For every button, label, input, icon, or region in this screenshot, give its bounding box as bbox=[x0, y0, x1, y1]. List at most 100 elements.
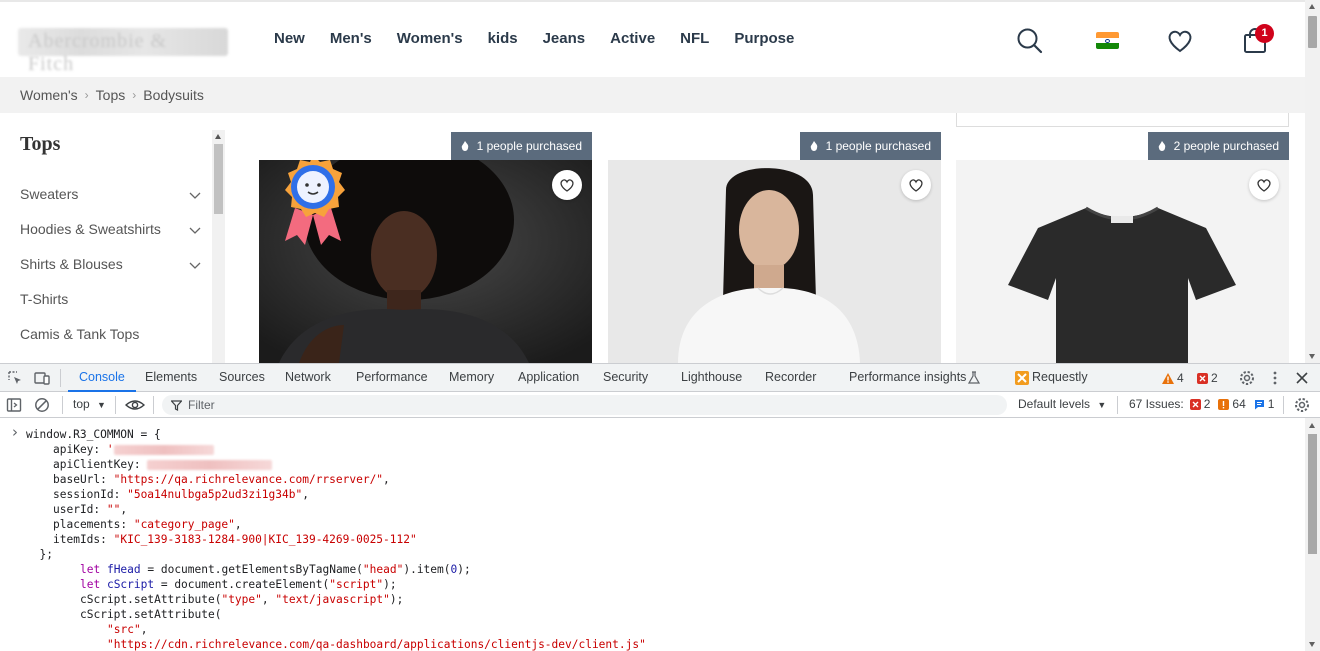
nav-item-new[interactable]: New bbox=[274, 30, 305, 47]
scroll-up-arrow-icon[interactable] bbox=[215, 134, 221, 139]
breadcrumb-bar: Women's › Tops › Bodysuits bbox=[0, 77, 1305, 113]
sidebar-item-label: Shirts & Blouses bbox=[20, 256, 123, 272]
nav-item-kids[interactable]: kids bbox=[488, 30, 518, 47]
tab-lighthouse[interactable]: Lighthouse bbox=[681, 364, 742, 391]
nav-item-womens[interactable]: Women's bbox=[397, 30, 463, 47]
console-token: "type" bbox=[221, 593, 262, 606]
console-token: placements: bbox=[53, 518, 134, 531]
sidebar-scrollbar[interactable] bbox=[212, 130, 225, 363]
product-image[interactable] bbox=[956, 160, 1289, 363]
nav-item-nfl[interactable]: NFL bbox=[680, 30, 709, 47]
console-scrollbar[interactable] bbox=[1305, 418, 1320, 651]
console-token: "script" bbox=[329, 578, 384, 591]
log-levels-dropdown[interactable]: Default levels ▼ bbox=[1018, 397, 1106, 411]
filter-panel-edge bbox=[956, 113, 1289, 127]
sidebar-item-shirts-blouses[interactable]: Shirts & Blouses bbox=[20, 256, 202, 276]
tab-network[interactable]: Network bbox=[285, 364, 331, 391]
add-to-wishlist-button[interactable] bbox=[901, 170, 931, 200]
console-token: "src" bbox=[107, 623, 141, 636]
live-expression-eye-icon[interactable] bbox=[125, 397, 145, 413]
settings-gear-icon[interactable] bbox=[1239, 370, 1255, 386]
tab-requestly[interactable]: Requestly bbox=[1032, 364, 1088, 391]
inspect-element-icon[interactable] bbox=[7, 370, 23, 386]
clear-console-icon[interactable] bbox=[34, 397, 50, 413]
devtools-panel: Console Elements Sources Network Perform… bbox=[0, 363, 1320, 651]
tab-sources[interactable]: Sources bbox=[219, 364, 265, 391]
purchase-count-text: 2 people purchased bbox=[1173, 139, 1279, 153]
console-filter-input[interactable] bbox=[162, 395, 1007, 415]
wishlist-heart-icon[interactable] bbox=[1165, 26, 1195, 56]
sidebar-toggle-icon[interactable] bbox=[6, 397, 22, 413]
sidebar-item-sweaters[interactable]: Sweaters bbox=[20, 186, 202, 206]
nav-item-mens[interactable]: Men's bbox=[330, 30, 372, 47]
brand-logo-text: Abercrombie & Fitch bbox=[28, 30, 168, 75]
tab-console[interactable]: Console bbox=[68, 364, 136, 392]
nav-item-purpose[interactable]: Purpose bbox=[734, 30, 794, 47]
console-output[interactable]: window.R3_COMMON = {apiKey: ' apiClientKe… bbox=[0, 418, 1305, 651]
tab-security[interactable]: Security bbox=[603, 364, 648, 391]
search-icon[interactable] bbox=[1015, 26, 1045, 56]
tab-elements[interactable]: Elements bbox=[145, 364, 197, 391]
more-options-icon[interactable] bbox=[1267, 370, 1283, 386]
breadcrumb-separator-icon: › bbox=[84, 88, 89, 102]
log-levels-value: Default levels bbox=[1018, 397, 1091, 411]
scrollbar-thumb[interactable] bbox=[214, 144, 223, 214]
product-image[interactable] bbox=[608, 160, 941, 363]
chevron-down-icon[interactable] bbox=[188, 258, 202, 272]
breadcrumb-womens[interactable]: Women's bbox=[20, 87, 78, 103]
sidebar-item-hoodies-sweatshirts[interactable]: Hoodies & Sweatshirts bbox=[20, 221, 202, 241]
scroll-down-arrow-icon[interactable] bbox=[1309, 642, 1315, 647]
add-to-wishlist-button[interactable] bbox=[552, 170, 582, 200]
console-token: "text/javascript" bbox=[275, 593, 390, 606]
console-token: sessionId: bbox=[53, 488, 128, 501]
chevron-down-icon[interactable] bbox=[188, 188, 202, 202]
tab-performance-insights[interactable]: Performance insights bbox=[849, 364, 966, 391]
india-flag-icon[interactable] bbox=[1096, 32, 1119, 49]
chevron-down-icon[interactable] bbox=[188, 223, 202, 237]
close-icon[interactable] bbox=[1294, 370, 1310, 386]
page-scrollbar[interactable] bbox=[1305, 0, 1320, 363]
console-line: baseUrl: "https://qa.richrelevance.com/r… bbox=[53, 472, 390, 487]
product-card[interactable]: 1 people purchased bbox=[259, 132, 592, 363]
issues-error-count: 2 bbox=[1203, 397, 1211, 411]
sidebar-title: Tops bbox=[20, 133, 61, 155]
console-line: apiKey: ' bbox=[53, 442, 214, 457]
award-ribbon-icon bbox=[285, 160, 345, 245]
warnings-counter[interactable]: 4 bbox=[1162, 371, 1184, 385]
console-line: cScript.setAttribute( bbox=[80, 607, 221, 622]
scroll-up-arrow-icon[interactable] bbox=[1309, 4, 1315, 9]
breadcrumb-tops[interactable]: Tops bbox=[96, 87, 126, 103]
product-card[interactable]: 1 people purchased bbox=[608, 132, 941, 363]
expand-caret-icon[interactable]: › bbox=[12, 423, 18, 441]
tab-performance[interactable]: Performance bbox=[356, 364, 428, 391]
product-image[interactable] bbox=[259, 160, 592, 363]
flame-icon bbox=[461, 141, 468, 151]
issues-counter[interactable]: 67 Issues: 2 64 1 bbox=[1129, 397, 1274, 411]
tab-application[interactable]: Application bbox=[518, 364, 579, 391]
page-viewport: Abercrombie & Fitch New Men's Women's ki… bbox=[0, 0, 1320, 363]
scroll-down-arrow-icon[interactable] bbox=[1309, 354, 1315, 359]
scrollbar-thumb[interactable] bbox=[1308, 16, 1317, 48]
site-header: Abercrombie & Fitch New Men's Women's ki… bbox=[0, 2, 1305, 77]
tab-recorder[interactable]: Recorder bbox=[765, 364, 816, 391]
product-card[interactable]: 2 people purchased bbox=[956, 132, 1289, 363]
console-token: ' bbox=[106, 443, 114, 456]
brand-logo[interactable]: Abercrombie & Fitch bbox=[18, 28, 228, 75]
device-toolbar-icon[interactable] bbox=[34, 370, 50, 386]
scrollbar-thumb[interactable] bbox=[1308, 434, 1317, 554]
add-to-wishlist-button[interactable] bbox=[1249, 170, 1279, 200]
console-token: , bbox=[234, 518, 242, 531]
context-selector[interactable]: top ▼ bbox=[73, 397, 106, 411]
nav-item-jeans[interactable]: Jeans bbox=[543, 30, 586, 47]
tab-memory[interactable]: Memory bbox=[449, 364, 494, 391]
sidebar-item-camis-tank-tops[interactable]: Camis & Tank Tops bbox=[20, 326, 202, 346]
console-token: "head" bbox=[362, 563, 404, 576]
console-token: "https://qa.richrelevance.com/rrserver/" bbox=[113, 473, 384, 486]
console-line: apiClientKey: bbox=[53, 457, 273, 472]
sidebar-item-t-shirts[interactable]: T-Shirts bbox=[20, 291, 202, 311]
nav-item-active[interactable]: Active bbox=[610, 30, 655, 47]
console-settings-gear-icon[interactable] bbox=[1294, 397, 1310, 413]
flame-icon bbox=[810, 141, 817, 151]
errors-counter[interactable]: 2 bbox=[1197, 371, 1218, 385]
scroll-up-arrow-icon[interactable] bbox=[1309, 423, 1315, 428]
